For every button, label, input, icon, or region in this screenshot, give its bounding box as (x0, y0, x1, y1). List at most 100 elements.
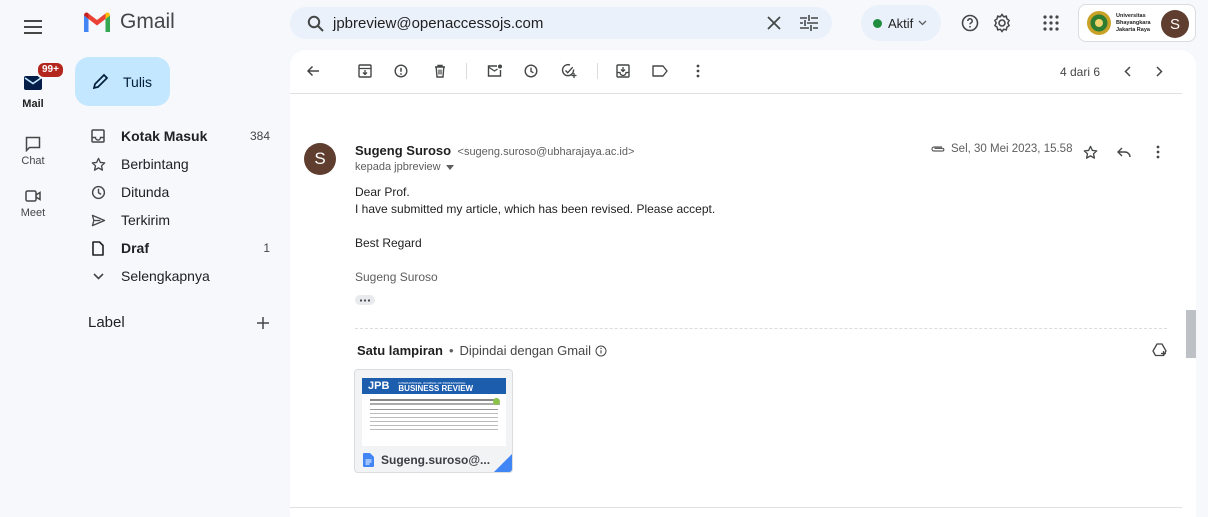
reply-button[interactable] (1114, 142, 1134, 162)
account-avatar[interactable]: S (1161, 10, 1189, 38)
university-logo-icon (1087, 11, 1111, 35)
report-spam-button[interactable] (391, 61, 411, 81)
caret-down-icon (445, 164, 454, 170)
body-greeting: Dear Prof. (355, 185, 410, 199)
chevron-right-icon (1155, 65, 1163, 77)
compose-label: Tulis (123, 73, 153, 90)
attachment-file-name: Sugeng.suroso@... (381, 453, 491, 467)
scan-note: Dipindai dengan Gmail (459, 343, 592, 358)
snooze-button[interactable] (521, 61, 541, 81)
arrow-left-icon (306, 65, 319, 77)
nav-item-label: Terkirim (121, 212, 170, 228)
message-more-button[interactable] (1148, 142, 1168, 162)
back-button[interactable] (303, 61, 323, 81)
pencil-icon (92, 73, 109, 90)
sender-initial: S (314, 149, 326, 168)
video-camera-icon (25, 190, 41, 202)
rail-mail-label: Mail (22, 98, 44, 110)
add-task-button[interactable] (559, 61, 579, 81)
scrollbar-thumb[interactable] (1186, 310, 1196, 358)
ellipsis-icon (359, 298, 371, 302)
apps-grid-icon (1043, 15, 1059, 31)
search-input[interactable]: jpbreview@openaccessojs.com (333, 15, 767, 32)
org-name: Universitas Bhayangkara Jakarta Raya (1116, 13, 1151, 34)
email-date: Sel, 30 Mei 2023, 15.58 (951, 143, 1073, 155)
main-menu-button[interactable] (19, 13, 47, 41)
sender-name[interactable]: Sugeng Suroso (355, 143, 451, 158)
avatar-letter: S (1169, 15, 1180, 33)
sender-line: Sugeng Suroso <sugeng.suroso@ubharajaya.… (355, 142, 634, 160)
help-button[interactable] (958, 11, 982, 35)
email-body: Dear Prof. I have submitted my article, … (355, 184, 715, 286)
apps-button[interactable] (1039, 11, 1063, 35)
to-line: kepada jpbreview (355, 161, 441, 173)
star-message-button[interactable] (1080, 142, 1100, 162)
thumb-title: BUSINESS REVIEW (398, 384, 474, 393)
labels-header: Label (88, 314, 276, 331)
clear-search-icon[interactable] (767, 16, 781, 30)
rail-mail[interactable]: 99+ Mail (0, 61, 66, 110)
delete-button[interactable] (430, 61, 450, 81)
body-line: I have submitted my article, which has b… (355, 202, 716, 216)
draft-file-icon (92, 240, 104, 256)
reply-icon (1117, 147, 1131, 157)
add-label-icon[interactable] (256, 316, 270, 330)
nav-item-label: Selengkapnya (121, 268, 210, 284)
mark-unread-button[interactable] (485, 61, 505, 81)
account-chip[interactable]: Universitas Bhayangkara Jakarta Raya S (1078, 4, 1196, 42)
status-button[interactable]: Aktif (861, 5, 941, 41)
show-trimmed-content-button[interactable] (355, 295, 375, 305)
nav-item-drafts[interactable]: Draf 1 (66, 234, 280, 262)
date-line: Sel, 30 Mei 2023, 15.58 (930, 143, 1072, 155)
org-line-1: Universitas (1116, 12, 1146, 19)
label-tag-icon (652, 65, 668, 77)
attachments-title: Satu lampiran (357, 343, 443, 358)
nav-item-label: Berbintang (121, 156, 189, 172)
star-icon (91, 157, 105, 171)
nav-item-inbox[interactable]: Kotak Masuk 384 (66, 122, 280, 150)
nav-item-starred[interactable]: Berbintang (66, 150, 280, 178)
add-to-drive-button[interactable] (1150, 340, 1170, 360)
move-to-button[interactable] (613, 61, 633, 81)
rail-chat-label: Chat (21, 155, 45, 167)
attachment-footer: Sugeng.suroso@... (355, 446, 512, 472)
label-button[interactable] (650, 61, 670, 81)
clock-icon (91, 185, 105, 199)
star-icon (1083, 145, 1097, 159)
chevron-down-icon (92, 272, 104, 280)
add-to-drive-icon (1152, 343, 1167, 357)
rail-chat[interactable]: Chat (0, 131, 66, 167)
info-icon[interactable] (595, 345, 607, 357)
add-task-icon (561, 63, 577, 78)
sender-avatar[interactable]: S (304, 143, 336, 175)
compose-button[interactable]: Tulis (75, 57, 170, 106)
settings-button[interactable] (990, 11, 1014, 35)
more-actions-button[interactable] (688, 61, 708, 81)
paperclip-icon (931, 146, 945, 152)
search-bar[interactable]: jpbreview@openaccessojs.com (290, 7, 832, 39)
nav-item-snoozed[interactable]: Ditunda (66, 178, 280, 206)
more-vert-icon (1156, 145, 1160, 159)
attachment-card[interactable]: JPB INTERNATIONAL JOURNAL OF PROFESSIONA… (354, 369, 513, 473)
document-icon (363, 453, 374, 467)
nav-item-sent[interactable]: Terkirim (66, 206, 280, 234)
archive-button[interactable] (355, 61, 375, 81)
file-type-corner (494, 454, 512, 472)
org-line-3: Jakarta Raya (1116, 26, 1150, 33)
inbox-icon (91, 129, 105, 143)
older-button[interactable] (1149, 61, 1169, 81)
newer-button[interactable] (1117, 61, 1137, 81)
status-label: Aktif (888, 15, 914, 31)
gmail-logo[interactable]: Gmail (82, 10, 175, 34)
status-dot-icon (873, 18, 882, 28)
body-signature: Sugeng Suroso (355, 270, 438, 284)
more-vert-icon (696, 64, 700, 78)
rail-meet[interactable]: Meet (0, 183, 66, 219)
search-options-icon[interactable] (800, 15, 818, 31)
recipients-toggle[interactable]: kepada jpbreview (355, 161, 454, 173)
org-line-2: Bhayangkara (1116, 19, 1151, 26)
nav-item-more[interactable]: Selengkapnya (66, 262, 280, 290)
mark-unread-icon (487, 64, 502, 77)
thumb-logo: JPB (368, 380, 390, 392)
search-icon[interactable] (307, 15, 324, 32)
